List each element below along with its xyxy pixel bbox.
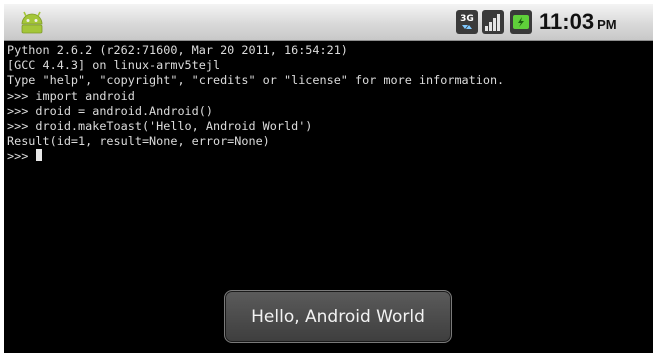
- svg-text:3G: 3G: [460, 14, 474, 24]
- text-cursor: [36, 149, 43, 162]
- toast-message: Hello, Android World: [251, 306, 425, 327]
- clock-time: 11:03: [539, 9, 595, 34]
- toast-notification: Hello, Android World: [224, 290, 452, 343]
- terminal-prompt-line[interactable]: >>>: [7, 149, 647, 164]
- terminal-line: >>> import android: [7, 88, 135, 103]
- terminal-line: Result(id=1, result=None, error=None): [7, 134, 270, 149]
- battery-charging-icon: [510, 10, 532, 34]
- 3g-icon: 3G: [456, 10, 478, 34]
- clock-ampm: PM: [597, 17, 617, 32]
- terminal-line: >>> droid = android.Android(): [7, 103, 213, 118]
- terminal-prompt: >>>: [7, 149, 36, 164]
- signal-strength-icon: [482, 10, 504, 34]
- python-terminal[interactable]: Python 2.6.2 (r262:71600, Mar 20 2011, 1…: [7, 43, 647, 165]
- status-clock[interactable]: 11:03 PM: [539, 9, 617, 35]
- terminal-line: [GCC 4.4.3] on linux-armv5tejl: [7, 58, 221, 73]
- phone-screen: 3G 11:03 PM Python 2.6.2 (r262:71600, Ma…: [4, 4, 653, 353]
- terminal-line: Python 2.6.2 (r262:71600, Mar 20 2011, 1…: [7, 43, 348, 57]
- terminal-line: Type "help", "copyright", "credits" or "…: [7, 73, 505, 88]
- terminal-line: >>> droid.makeToast('Hello, Android Worl…: [7, 118, 313, 133]
- android-robot-icon: [18, 10, 46, 36]
- status-bar[interactable]: 3G 11:03 PM: [4, 4, 653, 41]
